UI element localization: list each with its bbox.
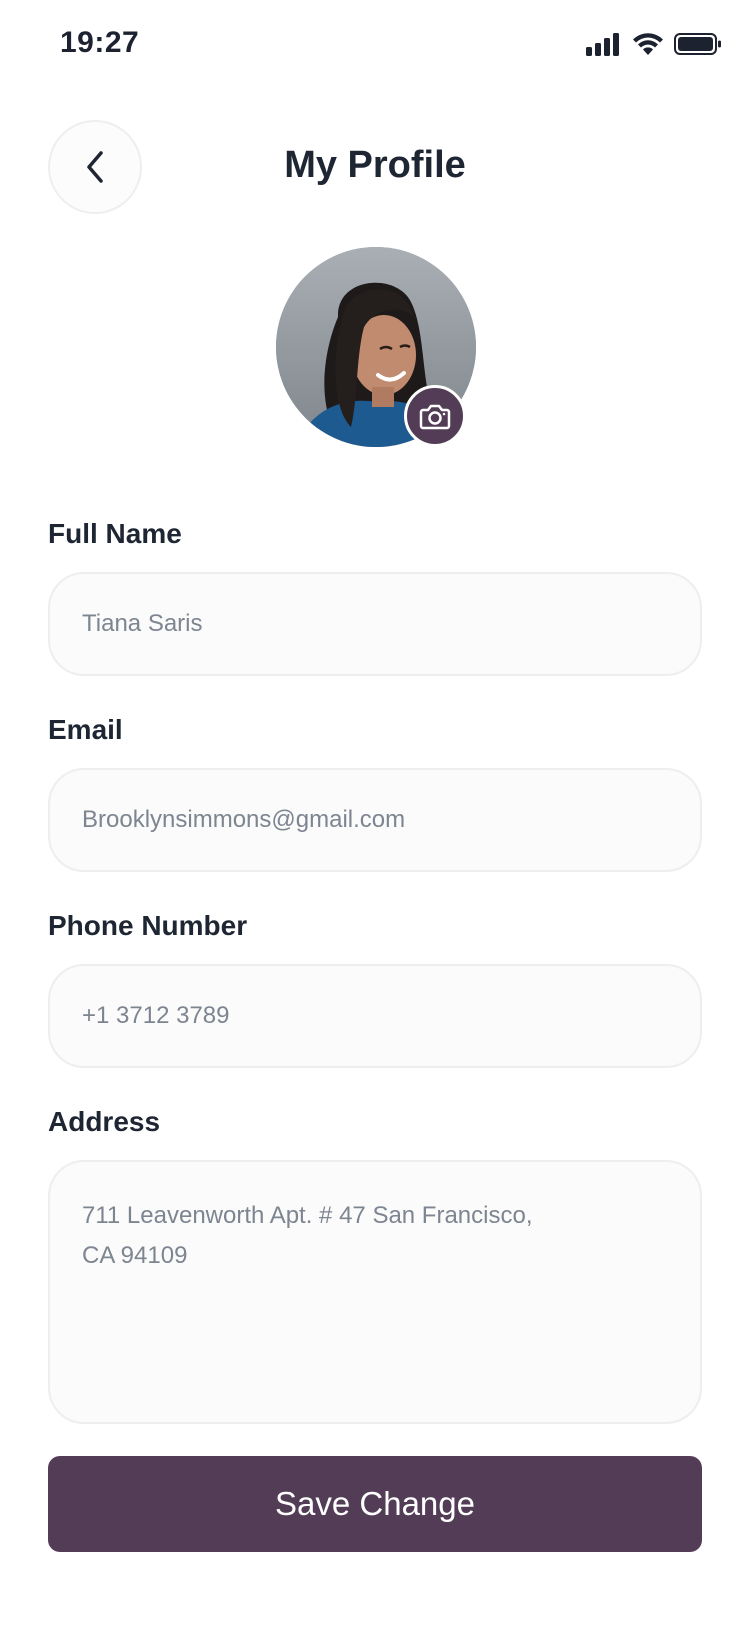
phone-label: Phone Number <box>48 910 248 941</box>
email-value: Brooklynsimmons@gmail.com <box>82 806 406 833</box>
status-bar: 19:27 <box>0 0 750 90</box>
avatar-section <box>276 247 476 447</box>
full-name-value: Tiana Saris <box>82 610 203 637</box>
change-photo-button[interactable] <box>404 385 466 447</box>
email-field[interactable]: Brooklynsimmons@gmail.com <box>48 768 702 872</box>
save-button[interactable]: Save Change <box>48 1456 702 1552</box>
signal-icon <box>586 33 619 56</box>
wifi-icon <box>633 33 663 55</box>
address-label: Address <box>48 1106 161 1137</box>
status-icons <box>586 32 722 56</box>
address-line-1: 711 Leavenworth Apt. # 47 San Francisco, <box>82 1202 533 1229</box>
battery-icon <box>674 33 721 55</box>
header: My Profile <box>0 120 750 216</box>
address-line-2: CA 94109 <box>82 1242 188 1269</box>
full-name-field[interactable]: Tiana Saris <box>48 572 702 676</box>
camera-icon <box>419 404 451 430</box>
phone-value: +1 3712 3789 <box>82 1002 230 1029</box>
page-title: My Profile <box>284 144 466 186</box>
address-field[interactable]: 711 Leavenworth Apt. # 47 San Francisco,… <box>48 1160 702 1424</box>
email-label: Email <box>48 714 123 745</box>
status-time: 19:27 <box>60 26 140 59</box>
phone-field[interactable]: +1 3712 3789 <box>48 964 702 1068</box>
full-name-label: Full Name <box>48 518 182 549</box>
address-value: 711 Leavenworth Apt. # 47 San Francisco,… <box>82 1196 533 1276</box>
